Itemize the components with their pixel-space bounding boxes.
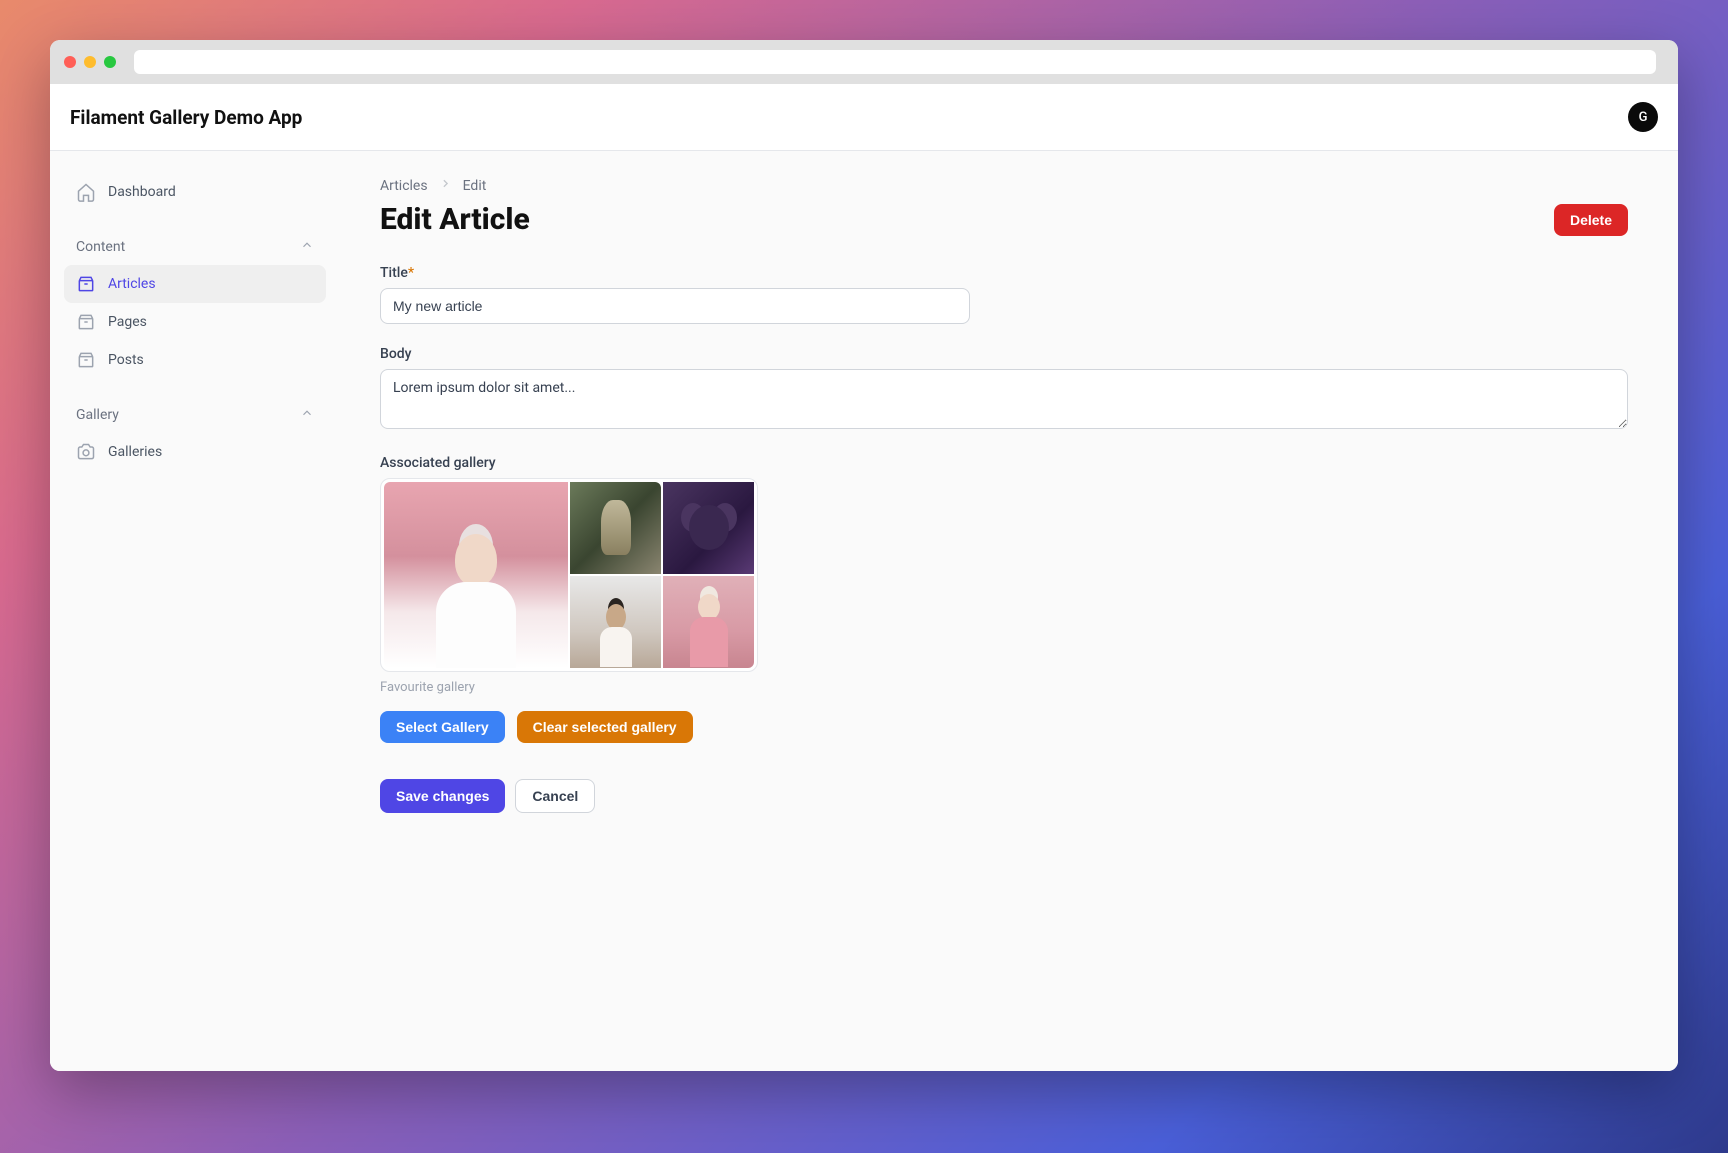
avatar[interactable]: G [1628, 102, 1658, 132]
minimize-window-button[interactable] [84, 56, 96, 68]
camera-icon [76, 442, 96, 462]
gallery-thumbnails [570, 482, 754, 668]
sidebar-group-label: Content [76, 239, 125, 255]
home-icon [76, 182, 96, 202]
title-field-group: Title* [380, 265, 1628, 324]
delete-button[interactable]: Delete [1554, 204, 1628, 236]
save-button[interactable]: Save changes [380, 779, 505, 813]
gallery-thumb-1 [570, 482, 661, 574]
sidebar-item-label: Pages [108, 314, 147, 330]
app-title: Filament Gallery Demo App [70, 106, 302, 129]
form-actions: Save changes Cancel [380, 779, 1628, 813]
sidebar-group-content[interactable]: Content [64, 229, 326, 265]
avatar-letter: G [1639, 110, 1648, 125]
body-label: Body [380, 346, 1628, 362]
sidebar-item-pages[interactable]: Pages [64, 303, 326, 341]
required-indicator: * [408, 265, 414, 281]
chevron-right-icon [439, 177, 452, 194]
sidebar-item-label: Dashboard [108, 184, 176, 200]
page-title: Edit Article [380, 202, 530, 237]
sidebar-item-label: Galleries [108, 444, 162, 460]
sidebar-item-label: Posts [108, 352, 144, 368]
sidebar-item-posts[interactable]: Posts [64, 341, 326, 379]
gallery-thumb-2 [663, 482, 754, 574]
select-gallery-button[interactable]: Select Gallery [380, 711, 505, 743]
url-bar[interactable] [134, 50, 1656, 74]
body-textarea[interactable]: Lorem ipsum dolor sit amet... [380, 369, 1628, 429]
breadcrumb-current: Edit [463, 178, 487, 194]
page-header: Edit Article Delete [380, 202, 1628, 237]
gallery-preview[interactable] [380, 478, 758, 672]
breadcrumb-parent[interactable]: Articles [380, 178, 428, 194]
sidebar-item-dashboard[interactable]: Dashboard [64, 173, 326, 211]
box-icon [76, 274, 96, 294]
gallery-caption: Favourite gallery [380, 680, 1628, 695]
breadcrumb: Articles Edit [380, 177, 1628, 194]
close-window-button[interactable] [64, 56, 76, 68]
sidebar-item-label: Articles [108, 276, 156, 292]
gallery-button-row: Select Gallery Clear selected gallery [380, 711, 1628, 743]
sidebar-group-gallery[interactable]: Gallery [64, 397, 326, 433]
app-header: Filament Gallery Demo App G [50, 84, 1678, 151]
app-window: Filament Gallery Demo App G Dashboard Co… [50, 40, 1678, 1071]
gallery-thumb-3 [570, 576, 661, 668]
gallery-field-group: Associated gallery Favourite [380, 455, 1628, 743]
sidebar-group-label: Gallery [76, 407, 119, 423]
gallery-image-large [384, 482, 568, 668]
sidebar-item-articles[interactable]: Articles [64, 265, 326, 303]
sidebar-item-galleries[interactable]: Galleries [64, 433, 326, 471]
chevron-up-icon [300, 238, 314, 256]
gallery-label: Associated gallery [380, 455, 1628, 471]
app-body: Dashboard Content Articles [50, 151, 1678, 1071]
title-input[interactable] [380, 288, 970, 324]
window-titlebar [50, 40, 1678, 84]
box-icon [76, 350, 96, 370]
maximize-window-button[interactable] [104, 56, 116, 68]
gallery-thumb-4 [663, 576, 754, 668]
chevron-up-icon [300, 406, 314, 424]
main-content: Articles Edit Edit Article Delete Title* [340, 151, 1678, 1071]
body-field-group: Body Lorem ipsum dolor sit amet... [380, 346, 1628, 433]
traffic-lights [64, 56, 116, 68]
title-label: Title* [380, 265, 1628, 281]
box-icon [76, 312, 96, 332]
clear-gallery-button[interactable]: Clear selected gallery [517, 711, 693, 743]
cancel-button[interactable]: Cancel [515, 779, 595, 813]
sidebar: Dashboard Content Articles [50, 151, 340, 1071]
